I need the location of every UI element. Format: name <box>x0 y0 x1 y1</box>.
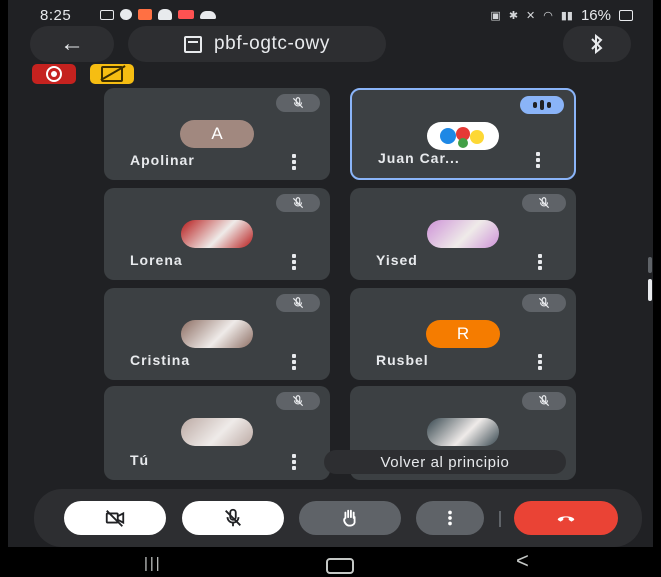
android-nav-bar: ||| < <box>8 547 653 577</box>
participant-tile[interactable]: Yised <box>350 188 576 280</box>
participant-tile[interactable]: Tú <box>104 386 330 480</box>
captions-off-icon <box>101 66 123 82</box>
app-icon <box>138 9 152 20</box>
signal-icon: ▮▮ <box>560 10 573 22</box>
camera-off-icon <box>105 510 125 527</box>
participant-more-icon[interactable] <box>292 354 296 370</box>
mic-off-icon <box>538 197 550 209</box>
muted-indicator <box>522 294 566 312</box>
participant-more-icon[interactable] <box>536 152 540 168</box>
end-call-button[interactable] <box>514 501 618 535</box>
more-icon <box>448 510 452 526</box>
participant-name: Apolinar <box>130 152 195 168</box>
cloud-icon <box>200 10 216 19</box>
participant-avatar <box>427 220 499 248</box>
participant-tile[interactable]: Lorena <box>104 188 330 280</box>
nav-back-button[interactable]: < <box>516 548 529 574</box>
cast-icon <box>100 9 114 20</box>
participant-name: Yised <box>376 252 418 268</box>
participant-avatar: R <box>426 320 500 348</box>
recording-badge[interactable] <box>32 64 76 84</box>
raise-hand-icon <box>343 509 356 527</box>
participant-name: Rusbel <box>376 352 429 368</box>
muted-indicator <box>522 392 566 410</box>
meeting-info-button[interactable]: pbf-ogtc-owy <box>128 26 386 62</box>
audio-output-button[interactable] <box>563 26 631 62</box>
calendar-icon <box>184 35 203 53</box>
alarm-icon: ▣ <box>490 10 501 22</box>
heart-icon <box>178 10 194 19</box>
participant-avatar <box>181 220 253 248</box>
back-button[interactable]: ← <box>30 26 114 62</box>
participant-name: Tú <box>130 452 150 468</box>
participant-tile[interactable]: Cristina <box>104 288 330 380</box>
mic-off-icon <box>292 97 304 109</box>
participant-name: Lorena <box>130 252 183 268</box>
muted-indicator <box>276 294 320 312</box>
mic-off-icon <box>225 508 241 527</box>
participant-more-icon[interactable] <box>292 154 296 170</box>
bluetooth-icon <box>591 34 603 54</box>
shoe-icon <box>158 9 172 20</box>
mic-off-icon <box>292 395 304 407</box>
participant-name: Juan Car... <box>378 150 460 166</box>
captions-badge[interactable] <box>90 64 134 84</box>
participant-more-icon[interactable] <box>292 454 296 470</box>
back-arrow-icon: ← <box>60 30 84 57</box>
end-call-icon <box>557 516 575 522</box>
mic-off-icon <box>538 297 550 309</box>
raise-hand-button[interactable] <box>299 501 401 535</box>
participant-more-icon[interactable] <box>538 254 542 270</box>
participant-name: Cristina <box>130 352 191 368</box>
participant-avatar <box>427 418 499 446</box>
participant-avatar <box>181 320 253 348</box>
notification-icons <box>100 9 216 20</box>
battery-icon <box>619 10 633 21</box>
mic-off-icon <box>292 297 304 309</box>
speaking-indicator-icon <box>520 96 564 114</box>
more-options-button[interactable] <box>416 501 484 535</box>
participant-tile[interactable]: R Rusbel <box>350 288 576 380</box>
muted-indicator <box>276 194 320 212</box>
home-button[interactable] <box>326 558 354 574</box>
mic-off-icon <box>292 197 304 209</box>
participant-avatar: A <box>180 120 254 148</box>
mic-toggle-button[interactable] <box>182 501 284 535</box>
gears-image <box>440 127 484 148</box>
scrollbar[interactable] <box>648 255 653 315</box>
meeting-code: pbf-ogtc-owy <box>214 33 330 54</box>
tooltip-text: Volver al principio <box>380 453 510 471</box>
participant-avatar <box>427 122 499 150</box>
meet-screen: 8:25 ▣ ✱ ✕ ◠ ▮▮ 16% ← pbf-ogtc-owy A Apo… <box>8 0 653 577</box>
participant-more-icon[interactable] <box>538 354 542 370</box>
participant-tile[interactable]: Juan Car... <box>350 88 576 180</box>
back-to-top-tooltip[interactable]: Volver al principio <box>324 450 566 474</box>
participant-more-icon[interactable] <box>292 254 296 270</box>
participant-avatar <box>181 418 253 446</box>
participant-tile[interactable]: A Apolinar <box>104 88 330 180</box>
muted-indicator <box>276 94 320 112</box>
muted-indicator <box>522 194 566 212</box>
muted-indicator <box>276 392 320 410</box>
controls-divider <box>499 511 501 527</box>
status-time: 8:25 <box>40 7 72 24</box>
call-controls <box>34 489 642 547</box>
bluetooth-status-icon: ✱ <box>508 10 519 22</box>
wifi-icon: ◠ <box>543 10 553 22</box>
recording-icon <box>46 66 62 82</box>
mute-status-icon: ✕ <box>526 10 536 22</box>
mic-off-icon <box>538 395 550 407</box>
status-right: ▣ ✱ ✕ ◠ ▮▮ 16% <box>490 7 633 24</box>
recent-apps-button[interactable]: ||| <box>144 555 162 572</box>
camera-toggle-button[interactable] <box>64 501 166 535</box>
messenger-icon <box>120 9 132 20</box>
battery-level: 16% <box>580 7 611 24</box>
